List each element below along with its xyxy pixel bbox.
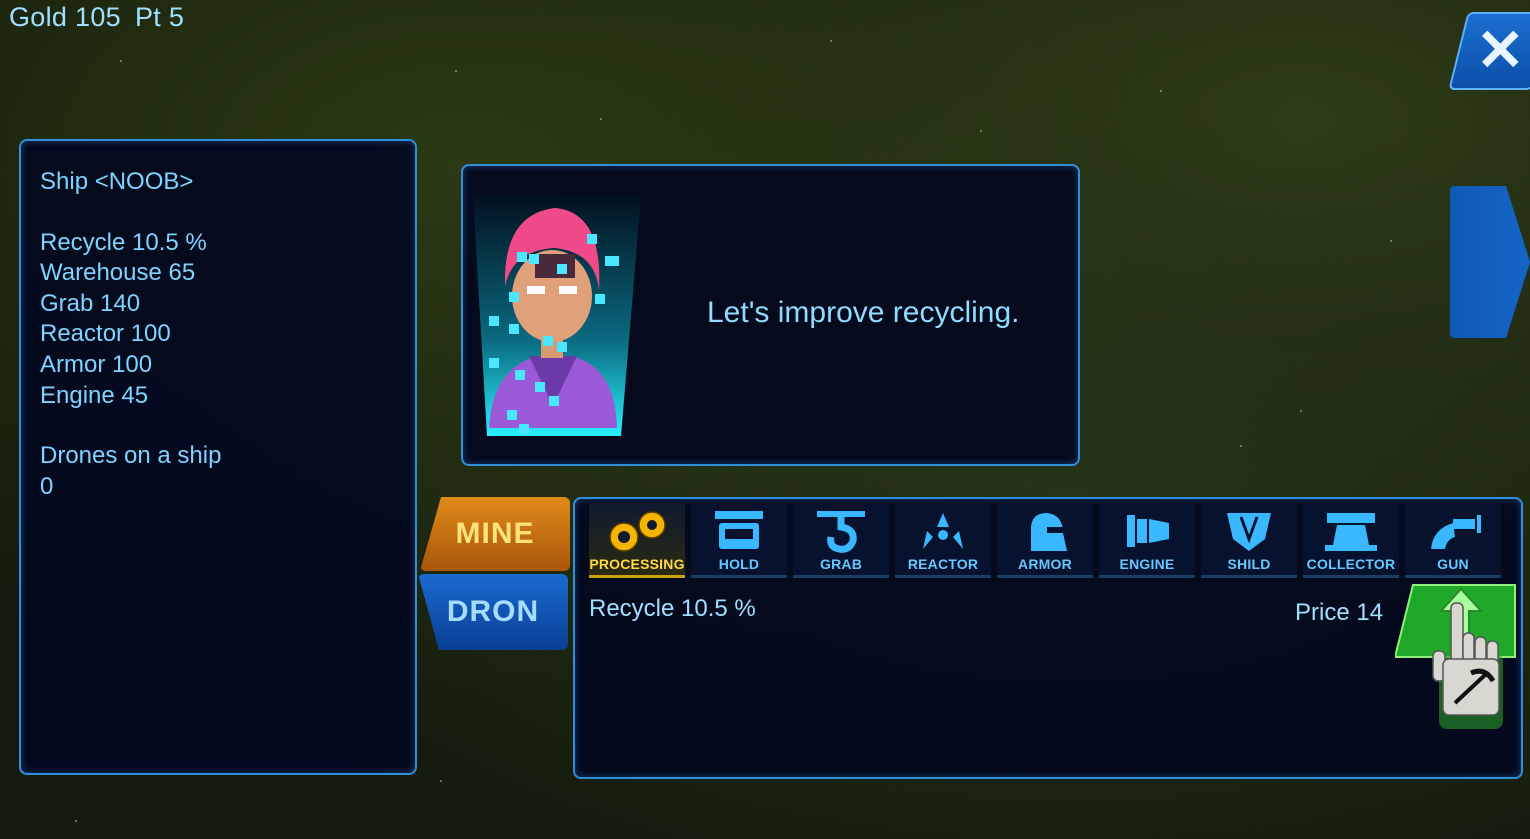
tab-shild[interactable]: SHILD: [1201, 503, 1297, 578]
dialog-message: Let's improve recycling.: [707, 296, 1020, 329]
tab-label: ARMOR: [1018, 556, 1072, 572]
upgrade-buy-button[interactable]: [1395, 581, 1519, 741]
points-counter: Pt 5: [134, 2, 185, 32]
gears-icon: [609, 511, 666, 552]
shield-icon: [1227, 513, 1271, 551]
resource-bar: Gold 105 Pt 5: [9, 2, 198, 33]
gun-icon: [1431, 515, 1481, 549]
advisor-dialog: Let's improve recycling.: [461, 164, 1080, 466]
mine-mode-button[interactable]: MINE: [420, 497, 570, 571]
radiation-icon: [923, 513, 963, 549]
tab-collector[interactable]: COLLECTOR: [1303, 503, 1399, 578]
tab-label: PROCESSING: [589, 556, 685, 572]
tab-label: GRAB: [819, 556, 863, 572]
stat-warehouse: Warehouse 65: [40, 259, 196, 287]
tab-engine[interactable]: ENGINE: [1099, 503, 1195, 578]
advisor-portrait: [473, 196, 641, 436]
selected-upgrade-info: Recycle 10.5 %: [589, 595, 756, 622]
stat-engine: Engine 45: [40, 381, 149, 409]
tab-hold[interactable]: HOLD: [691, 503, 787, 578]
upgrade-tabs: PROCESSING HOLD GRAB REACTOR ARMOR ENGIN…: [589, 503, 1501, 578]
tab-label: COLLECTOR: [1306, 556, 1396, 572]
stat-recycle: Recycle 10.5 %: [40, 228, 207, 256]
tab-label: ENGINE: [1119, 556, 1175, 572]
tab-armor[interactable]: ARMOR: [997, 503, 1093, 578]
close-x-icon: ✕: [1475, 18, 1525, 83]
stat-grab: Grab 140: [40, 289, 141, 317]
ship-stats-panel: Ship <NOOB> Recycle 10.5 % Warehouse 65 …: [19, 139, 417, 775]
drones-label: Drones on a ship: [40, 442, 222, 470]
close-button[interactable]: ✕: [1448, 12, 1530, 90]
collector-icon: [1325, 513, 1377, 551]
dron-mode-button[interactable]: DRON: [418, 574, 568, 650]
stat-armor: Armor 100: [40, 350, 153, 378]
upgrade-shop-panel: PROCESSING HOLD GRAB REACTOR ARMOR ENGIN…: [573, 497, 1523, 779]
ship-title: Ship <NOOB>: [40, 168, 194, 195]
tab-reactor[interactable]: REACTOR: [895, 503, 991, 578]
stat-reactor: Reactor 100: [40, 320, 171, 348]
tab-label: HOLD: [718, 556, 760, 572]
next-arrow-button[interactable]: [1450, 186, 1530, 338]
tab-grab[interactable]: GRAB: [793, 503, 889, 578]
crate-icon: [715, 511, 763, 549]
tab-gun[interactable]: GUN: [1405, 503, 1501, 578]
thruster-icon: [1127, 515, 1169, 547]
tab-label: SHILD: [1227, 556, 1271, 572]
gold-counter: Gold 105: [9, 2, 121, 32]
tab-processing[interactable]: PROCESSING: [589, 503, 685, 578]
helmet-icon: [1031, 513, 1067, 551]
hook-icon: [817, 511, 865, 553]
tab-label: REACTOR: [907, 556, 979, 572]
upgrade-price: Price 14: [1295, 599, 1384, 626]
tab-label: GUN: [1437, 556, 1469, 572]
drones-value: 0: [40, 472, 54, 500]
